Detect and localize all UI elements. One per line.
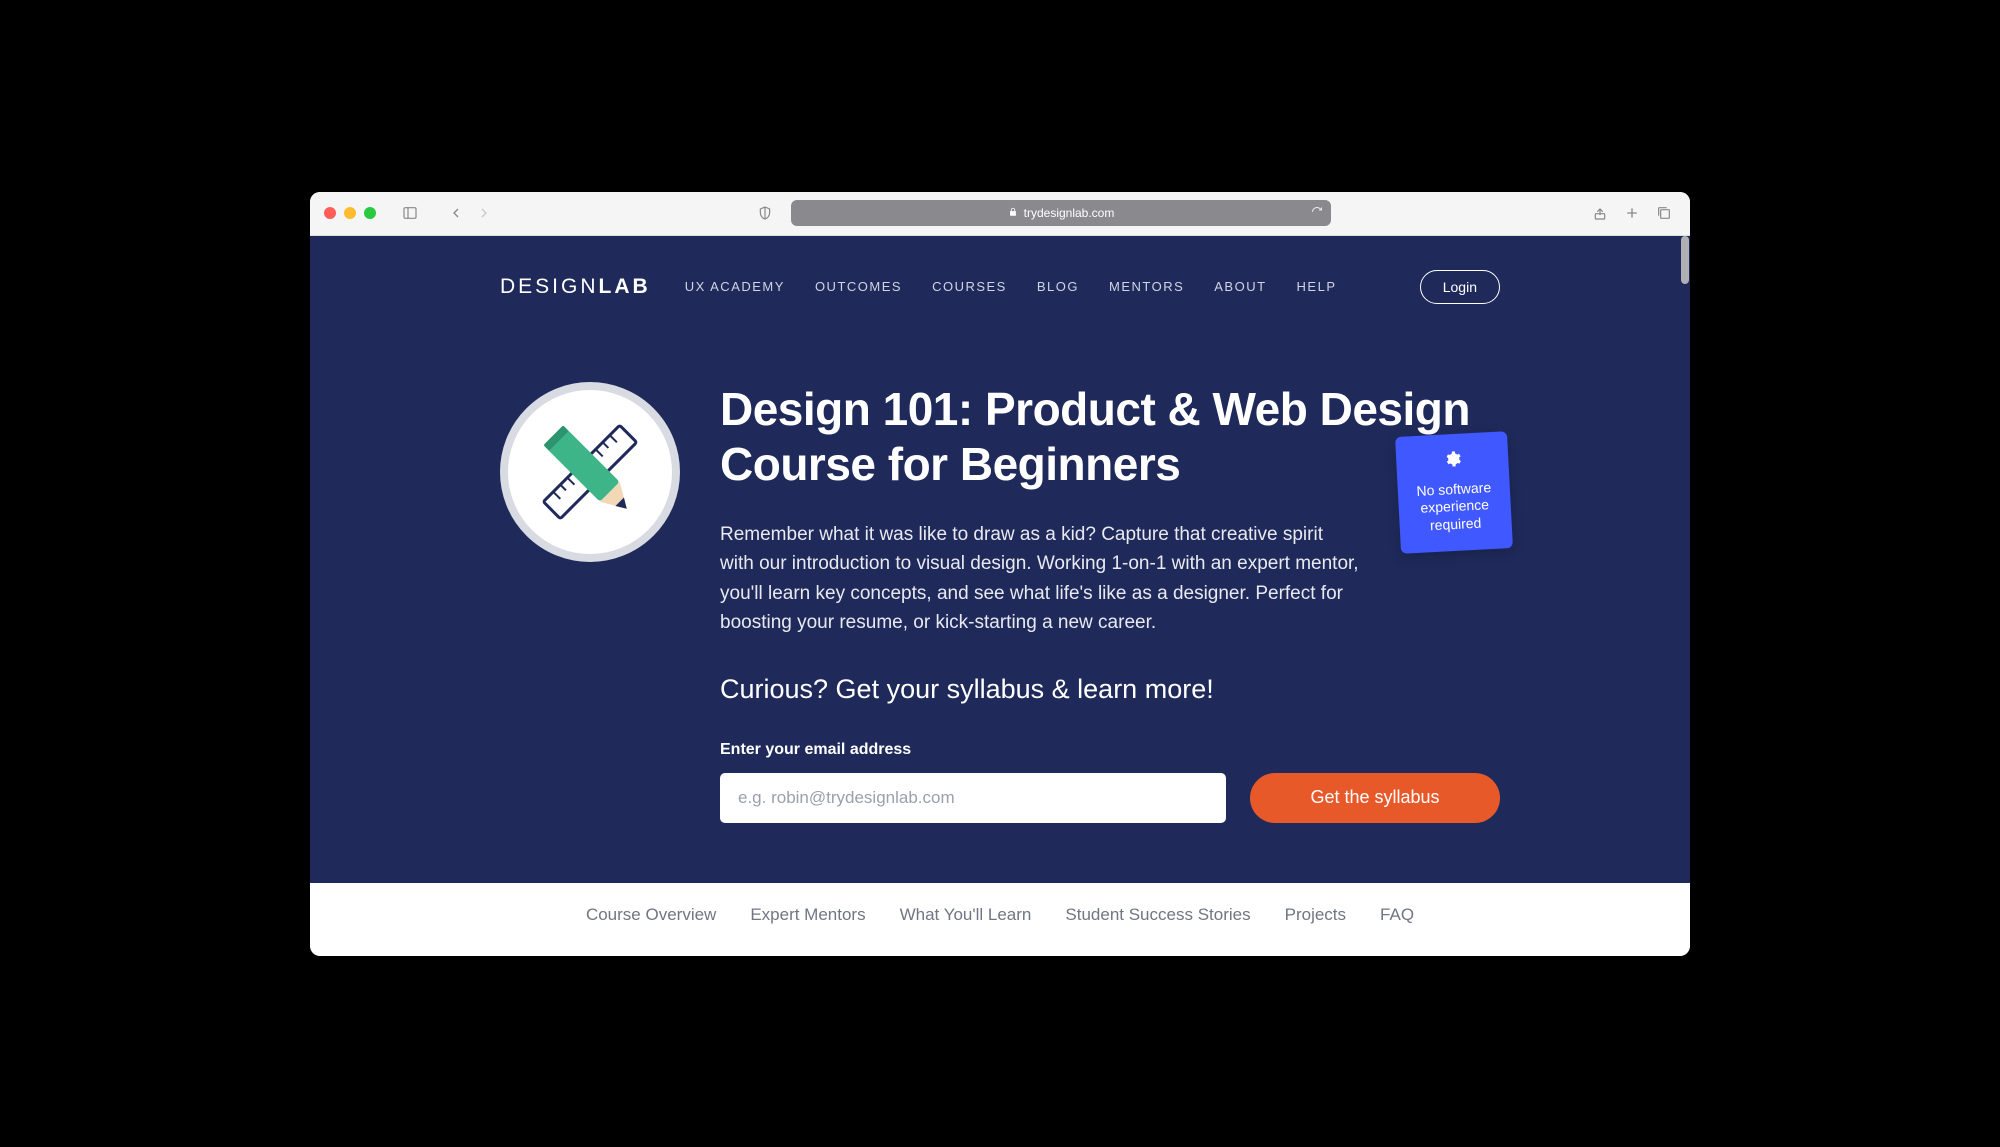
hero-section: DESIGNLAB UX ACADEMY OUTCOMES COURSES BL…: [310, 236, 1690, 883]
page-title: Design 101: Product & Web Design Course …: [720, 382, 1500, 492]
get-syllabus-button[interactable]: Get the syllabus: [1250, 773, 1500, 823]
browser-chrome: trydesignlab.com: [310, 192, 1690, 236]
logo-bold: LAB: [599, 275, 651, 298]
close-window-button[interactable]: [324, 207, 336, 219]
subnav-student-stories[interactable]: Student Success Stories: [1065, 905, 1250, 925]
email-form: Get the syllabus: [720, 773, 1500, 823]
nav-courses[interactable]: COURSES: [932, 279, 1007, 294]
tabs-overview-button[interactable]: [1652, 201, 1676, 225]
gear-icon: [1406, 447, 1499, 474]
pencil-ruler-icon: [500, 382, 680, 562]
nav-outcomes[interactable]: OUTCOMES: [815, 279, 902, 294]
url-bar[interactable]: trydesignlab.com: [791, 200, 1331, 226]
share-button[interactable]: [1588, 201, 1612, 225]
subnav-expert-mentors[interactable]: Expert Mentors: [750, 905, 865, 925]
cta-heading: Curious? Get your syllabus & learn more!: [720, 674, 1500, 705]
site-nav: DESIGNLAB UX ACADEMY OUTCOMES COURSES BL…: [500, 236, 1500, 304]
page-viewport: DESIGNLAB UX ACADEMY OUTCOMES COURSES BL…: [310, 236, 1690, 956]
nav-about[interactable]: ABOUT: [1214, 279, 1266, 294]
back-button[interactable]: [444, 201, 468, 225]
logo-thin: DESIGN: [500, 275, 599, 298]
lock-icon: [1008, 206, 1018, 220]
sidebar-toggle-button[interactable]: [398, 201, 422, 225]
hero-text: Design 101: Product & Web Design Course …: [720, 382, 1500, 823]
minimize-window-button[interactable]: [344, 207, 356, 219]
privacy-shield-button[interactable]: [753, 201, 777, 225]
nav-ux-academy[interactable]: UX ACADEMY: [685, 279, 785, 294]
hero-icon-wrap: [500, 382, 680, 823]
scrollbar-thumb[interactable]: [1681, 236, 1689, 284]
subnav-course-overview[interactable]: Course Overview: [586, 905, 716, 925]
callout-text: No software experience required: [1416, 478, 1491, 532]
maximize-window-button[interactable]: [364, 207, 376, 219]
new-tab-button[interactable]: [1620, 201, 1644, 225]
no-software-callout: No software experience required: [1395, 431, 1513, 554]
nav-mentors[interactable]: MENTORS: [1109, 279, 1184, 294]
subnav-what-youll-learn[interactable]: What You'll Learn: [900, 905, 1032, 925]
forward-button[interactable]: [472, 201, 496, 225]
email-input[interactable]: [720, 773, 1226, 823]
url-text: trydesignlab.com: [1024, 206, 1115, 220]
browser-window: trydesignlab.com DESIGNLAB: [310, 192, 1690, 956]
page-subnav: Course Overview Expert Mentors What You'…: [310, 883, 1690, 947]
hero-description: Remember what it was like to draw as a k…: [720, 520, 1360, 638]
subnav-projects[interactable]: Projects: [1285, 905, 1346, 925]
refresh-icon[interactable]: [1311, 206, 1323, 221]
subnav-faq[interactable]: FAQ: [1380, 905, 1414, 925]
hero-body: Design 101: Product & Web Design Course …: [500, 304, 1500, 823]
login-button[interactable]: Login: [1420, 270, 1500, 304]
brand-logo[interactable]: DESIGNLAB: [500, 275, 651, 299]
nav-help[interactable]: HELP: [1297, 279, 1337, 294]
primary-nav: UX ACADEMY OUTCOMES COURSES BLOG MENTORS…: [685, 279, 1337, 294]
nav-blog[interactable]: BLOG: [1037, 279, 1079, 294]
window-controls: [324, 207, 376, 219]
email-label: Enter your email address: [720, 741, 1500, 759]
